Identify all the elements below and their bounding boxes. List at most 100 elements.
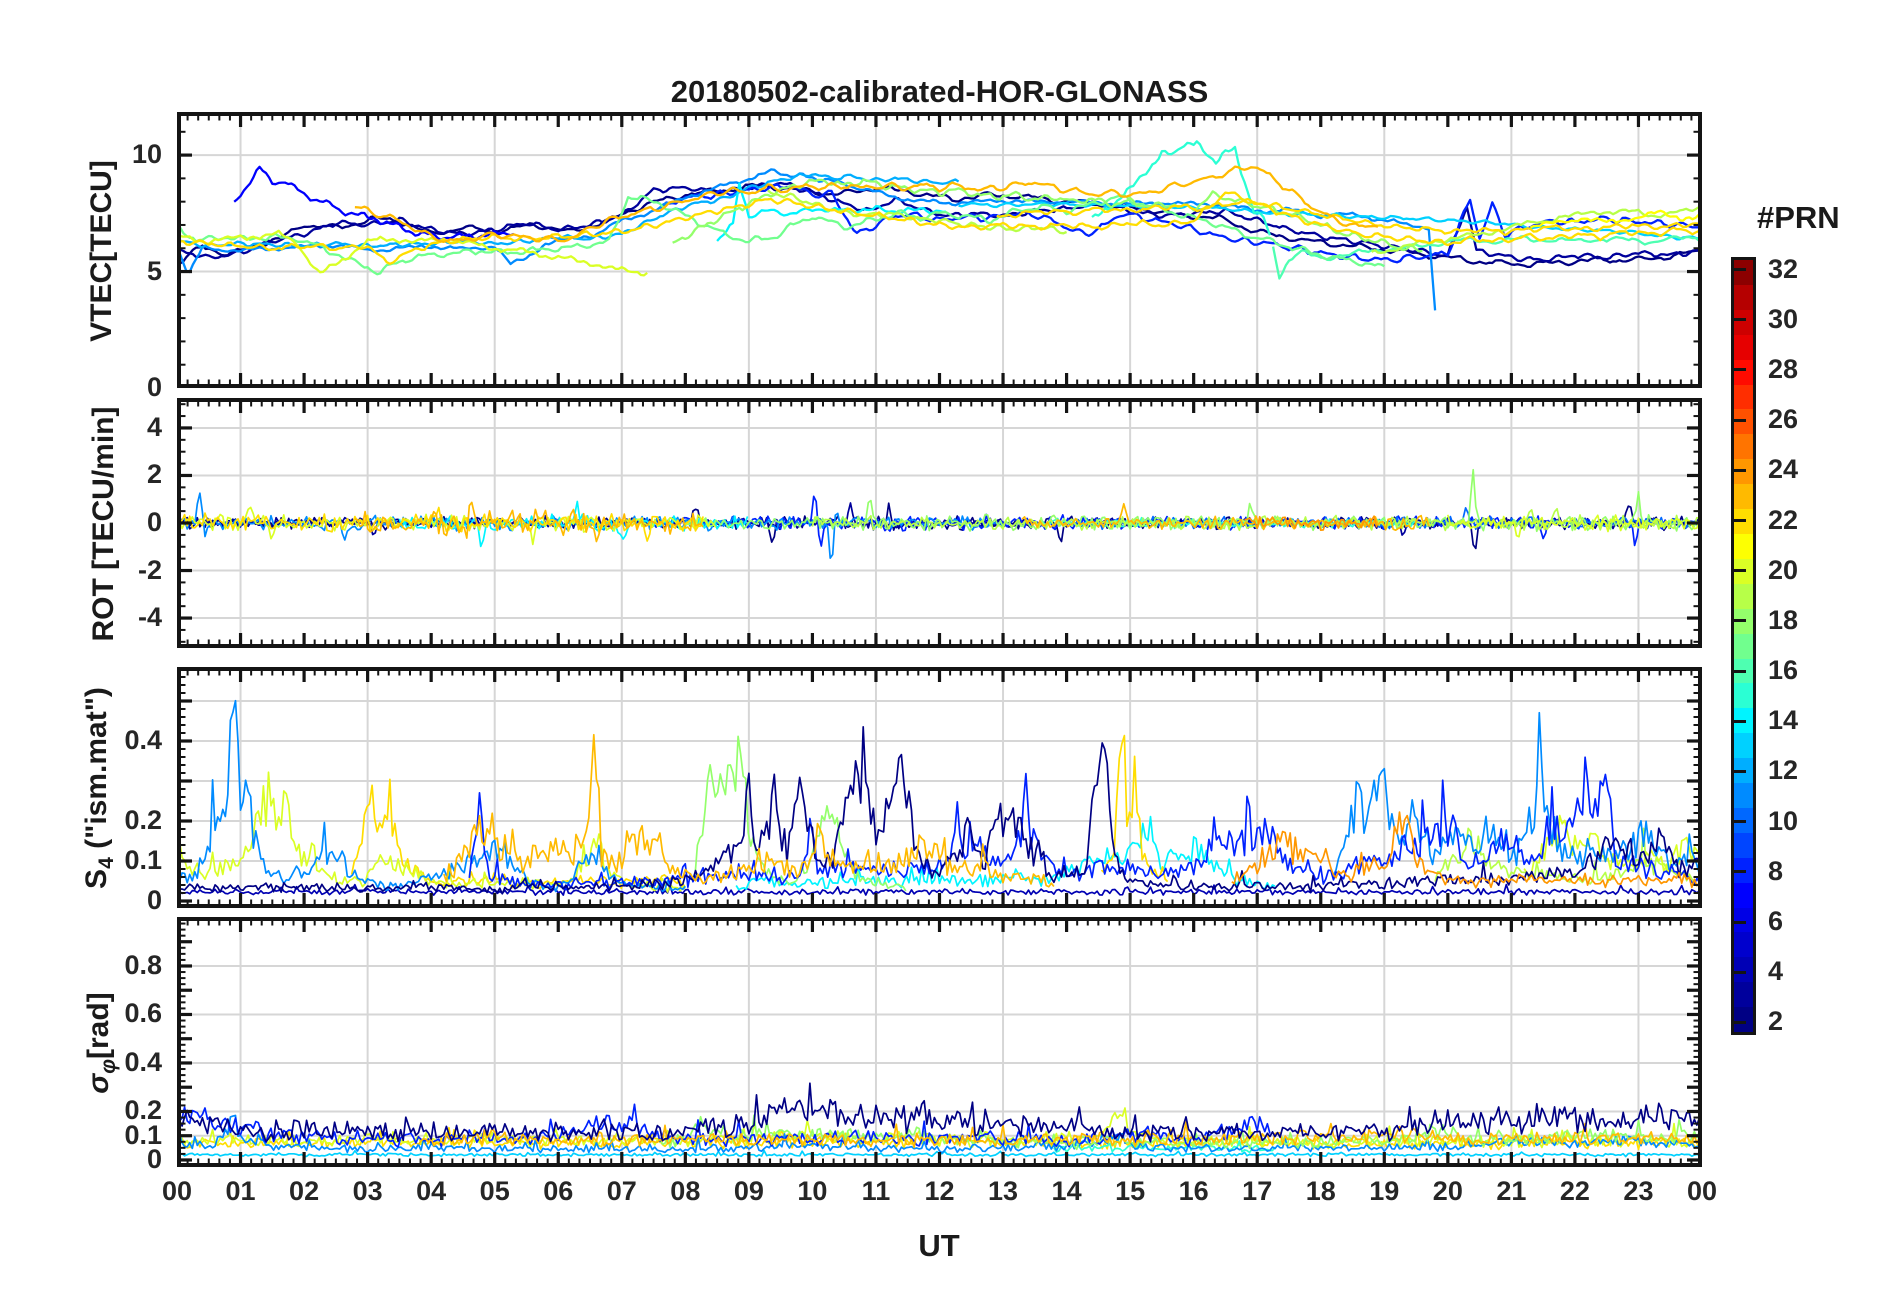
rot-ytick-label: 4 — [146, 411, 162, 442]
colorbar-segment — [1734, 309, 1753, 335]
colorbar-tick-label: 18 — [1768, 604, 1799, 635]
colorbar-tick-label: 26 — [1768, 404, 1799, 435]
sigma_phi-ytick-label: 0.8 — [124, 949, 162, 980]
colorbar-tick — [1734, 468, 1746, 472]
sigma_phi-series-prn2 — [177, 1082, 1702, 1143]
s4-ytick-label: 0.2 — [124, 805, 162, 835]
xtick-label-20: 20 — [1432, 1176, 1463, 1206]
colorbar-segment — [1734, 260, 1753, 285]
colorbar-tick — [1734, 519, 1746, 523]
colorbar-tick — [1734, 619, 1746, 623]
colorbar-tick — [1734, 769, 1746, 773]
rot-ytick-label: -4 — [137, 602, 162, 633]
xtick-label-11: 11 — [861, 1176, 891, 1206]
sigma_phi-ytick-label: 0.6 — [124, 998, 162, 1029]
s4-panel — [177, 667, 1702, 908]
figure: 20180502-calibrated-HOR-GLONASS VTEC[TEC… — [0, 0, 1902, 1292]
colorbar-tick — [1734, 268, 1746, 272]
colorbar-segment — [1734, 284, 1753, 310]
colorbar-tick-label: 20 — [1768, 554, 1799, 585]
colorbar-title: #PRN — [1757, 200, 1840, 235]
colorbar — [1731, 257, 1756, 1035]
s4-ytick-label: 0.4 — [124, 725, 162, 755]
s4-series-prn11 — [177, 699, 686, 893]
colorbar-tick-label: 10 — [1768, 805, 1799, 836]
s4-series-prn22 — [1100, 734, 1169, 883]
vtec-axis-label-text: VTEC[TECU] — [85, 160, 118, 342]
xtick-label-23: 23 — [1623, 1176, 1654, 1206]
xtick-label-19: 19 — [1369, 1176, 1400, 1206]
colorbar-segment — [1734, 484, 1753, 510]
xtick-label-12: 12 — [924, 1176, 955, 1206]
colorbar-segment — [1734, 932, 1753, 958]
colorbar-tick-label: 14 — [1768, 705, 1799, 736]
sigma_phi-ytick-label: 0.4 — [124, 1046, 162, 1077]
colorbar-tick — [1734, 318, 1746, 322]
xtick-label-15: 15 — [1115, 1176, 1146, 1206]
rot-ytick-label: 2 — [146, 459, 162, 490]
xtick-label-16: 16 — [1178, 1176, 1209, 1206]
colorbar-tick-label: 22 — [1768, 504, 1799, 535]
colorbar-tick-label: 4 — [1768, 956, 1784, 987]
vtec-series-prn23 — [354, 165, 1379, 243]
colorbar-segment — [1734, 882, 1753, 908]
colorbar-tick-label: 2 — [1768, 1006, 1784, 1037]
colorbar-tick-label: 6 — [1768, 906, 1784, 937]
colorbar-tick — [1734, 368, 1746, 372]
colorbar-tick — [1734, 820, 1746, 824]
colorbar-segment — [1734, 384, 1753, 410]
vtec-ytick-label: 10 — [131, 139, 162, 170]
xtick-label-01: 01 — [225, 1176, 256, 1206]
vtec-ytick-label: 5 — [146, 255, 162, 286]
sigma_phi-ytick-label: 0 — [146, 1143, 162, 1174]
colorbar-tick — [1734, 1020, 1746, 1024]
xtick-label-22: 22 — [1559, 1176, 1590, 1206]
colorbar-segment — [1734, 533, 1753, 559]
colorbar-tick-label: 12 — [1768, 755, 1799, 786]
colorbar-segment — [1734, 359, 1753, 385]
chart-title: 20180502-calibrated-HOR-GLONASS — [670, 74, 1209, 109]
xtick-label-05: 05 — [479, 1176, 510, 1206]
colorbar-segment — [1734, 733, 1753, 759]
s4-ytick-label: 0.1 — [124, 845, 162, 875]
xtick-label-09: 09 — [733, 1176, 764, 1206]
xtick-label-06: 06 — [543, 1176, 574, 1206]
xtick-label-10: 10 — [797, 1176, 828, 1206]
colorbar-tick — [1734, 920, 1746, 924]
colorbar-tick-label: 32 — [1768, 253, 1799, 284]
xtick-label-21: 21 — [1496, 1176, 1527, 1206]
xtick-label-13: 13 — [988, 1176, 1019, 1206]
xtick-label-00: 00 — [1686, 1176, 1718, 1206]
colorbar-tick-label: 8 — [1768, 855, 1784, 886]
colorbar-segment — [1734, 1007, 1753, 1033]
colorbar-segment — [1734, 633, 1753, 659]
colorbar-segment — [1734, 982, 1753, 1008]
colorbar-tick — [1734, 569, 1746, 573]
vtec-series-prn7 — [233, 165, 515, 242]
xtick-label-18: 18 — [1305, 1176, 1336, 1206]
colorbar-segment — [1734, 832, 1753, 858]
colorbar-segment — [1734, 583, 1753, 609]
vtec-ytick-label: 0 — [146, 372, 162, 402]
colorbar-tick-label: 24 — [1768, 454, 1799, 485]
colorbar-segment — [1734, 409, 1753, 435]
xtick-label-17: 17 — [1242, 1176, 1273, 1206]
colorbar-tick — [1734, 418, 1746, 422]
colorbar-segment — [1734, 783, 1753, 808]
colorbar-segment — [1734, 683, 1753, 709]
xtick-label-00: 00 — [161, 1176, 193, 1206]
colorbar-tick — [1734, 970, 1746, 974]
s4-series-prn11 — [1332, 711, 1702, 876]
sigma_phi-panel — [177, 917, 1702, 1167]
xtick-label-14: 14 — [1051, 1176, 1082, 1206]
vtec-panel — [177, 112, 1702, 388]
rot-panel — [177, 398, 1702, 648]
x-axis-label: UT — [918, 1228, 960, 1263]
colorbar-tick — [1734, 870, 1746, 874]
xtick-label-08: 08 — [670, 1176, 701, 1206]
xtick-label-02: 02 — [289, 1176, 320, 1206]
rot-ytick-label: 0 — [146, 507, 162, 537]
xtick-label-04: 04 — [416, 1176, 447, 1206]
colorbar-tick-label: 16 — [1768, 655, 1799, 686]
s4-ytick-label: 0 — [146, 885, 162, 915]
